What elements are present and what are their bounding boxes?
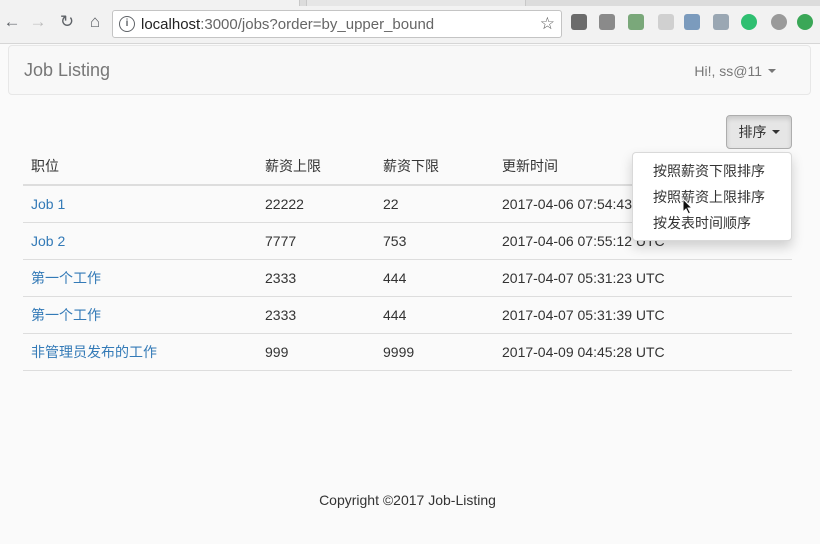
job-title-link[interactable]: Job 2 xyxy=(31,233,65,249)
updated-at-cell: 2017-04-07 05:31:23 UTC xyxy=(494,259,792,297)
sort-dropdown-menu: 按照薪资下限排序 按照薪资上限排序 按发表时间顺序 xyxy=(632,152,792,241)
url-text: localhost:3000/jobs?order=by_upper_bound xyxy=(141,16,434,33)
puzzle-extension-icon[interactable] xyxy=(713,14,729,30)
forward-icon[interactable]: → xyxy=(28,12,48,32)
lower-bound-cell: 444 xyxy=(375,296,494,334)
lower-bound-cell: 444 xyxy=(375,259,494,297)
reload-icon[interactable]: ↻ xyxy=(57,12,77,32)
grammarly-icon[interactable] xyxy=(741,14,757,30)
app-navbar: Job Listing Hi!, ss@11 xyxy=(8,45,811,95)
mouse-cursor-icon xyxy=(682,198,694,215)
job-title-link[interactable]: 第一个工作 xyxy=(31,307,101,323)
job-title-link[interactable]: 第一个工作 xyxy=(31,270,101,286)
brand-link[interactable]: Job Listing xyxy=(24,60,110,81)
back-icon[interactable]: ← xyxy=(2,12,22,32)
table-row: 非管理员发布的工作 999 9999 2017-04-09 04:45:28 U… xyxy=(23,333,792,371)
evernote-icon[interactable] xyxy=(628,14,644,30)
target-extension-icon[interactable] xyxy=(771,14,787,30)
browser-toolbar: ← → ↻ ⌂ i localhost:3000/jobs?order=by_u… xyxy=(0,0,820,44)
header-lower-bound: 薪资下限 xyxy=(375,148,494,186)
caret-down-icon xyxy=(771,130,780,134)
shield-extension-icon[interactable] xyxy=(658,14,674,30)
url-path: :3000/jobs?order=by_upper_bound xyxy=(200,16,435,33)
home-icon[interactable]: ⌂ xyxy=(85,12,105,32)
upper-bound-cell: 2333 xyxy=(257,296,375,334)
tab-active[interactable] xyxy=(0,0,300,6)
table-row: 第一个工作 2333 444 2017-04-07 05:31:39 UTC xyxy=(23,296,792,334)
lower-bound-cell: 22 xyxy=(375,185,494,223)
sort-button[interactable]: 排序 xyxy=(726,115,792,149)
lower-bound-cell: 9999 xyxy=(375,333,494,371)
sort-option-upper-bound[interactable]: 按照薪资上限排序 xyxy=(633,184,791,210)
address-bar[interactable]: i localhost:3000/jobs?order=by_upper_bou… xyxy=(112,10,562,38)
tab-strip xyxy=(0,0,820,6)
user-greeting: Hi!, ss@11 xyxy=(694,63,762,79)
sort-option-lower-bound[interactable]: 按照薪资下限排序 xyxy=(633,158,791,184)
lower-bound-cell: 753 xyxy=(375,222,494,260)
tree-extension-icon[interactable] xyxy=(571,14,587,30)
footer-copyright: Copyright ©2017 Job-Listing xyxy=(319,492,496,508)
upload-extension-icon[interactable] xyxy=(797,14,813,30)
pocket-icon[interactable] xyxy=(599,14,615,30)
header-title: 职位 xyxy=(23,148,257,186)
table-row: 第一个工作 2333 444 2017-04-07 05:31:23 UTC xyxy=(23,259,792,297)
info-icon[interactable]: i xyxy=(119,16,135,32)
updated-at-cell: 2017-04-07 05:31:39 UTC xyxy=(494,296,792,334)
star-extension-icon[interactable] xyxy=(684,14,700,30)
upper-bound-cell: 22222 xyxy=(257,185,375,223)
tab-new[interactable] xyxy=(306,0,526,6)
header-upper-bound: 薪资上限 xyxy=(257,148,375,186)
caret-down-icon xyxy=(768,69,776,73)
sort-option-publish-time[interactable]: 按发表时间顺序 xyxy=(633,210,791,236)
upper-bound-cell: 2333 xyxy=(257,259,375,297)
job-title-link[interactable]: Job 1 xyxy=(31,196,65,212)
user-menu-toggle[interactable]: Hi!, ss@11 xyxy=(694,63,776,79)
updated-at-cell: 2017-04-09 04:45:28 UTC xyxy=(494,333,792,371)
job-title-link[interactable]: 非管理员发布的工作 xyxy=(31,344,157,360)
url-host: localhost xyxy=(141,16,201,33)
sort-button-label: 排序 xyxy=(738,124,767,140)
bookmark-star-icon[interactable]: ☆ xyxy=(540,14,555,34)
upper-bound-cell: 7777 xyxy=(257,222,375,260)
upper-bound-cell: 999 xyxy=(257,333,375,371)
